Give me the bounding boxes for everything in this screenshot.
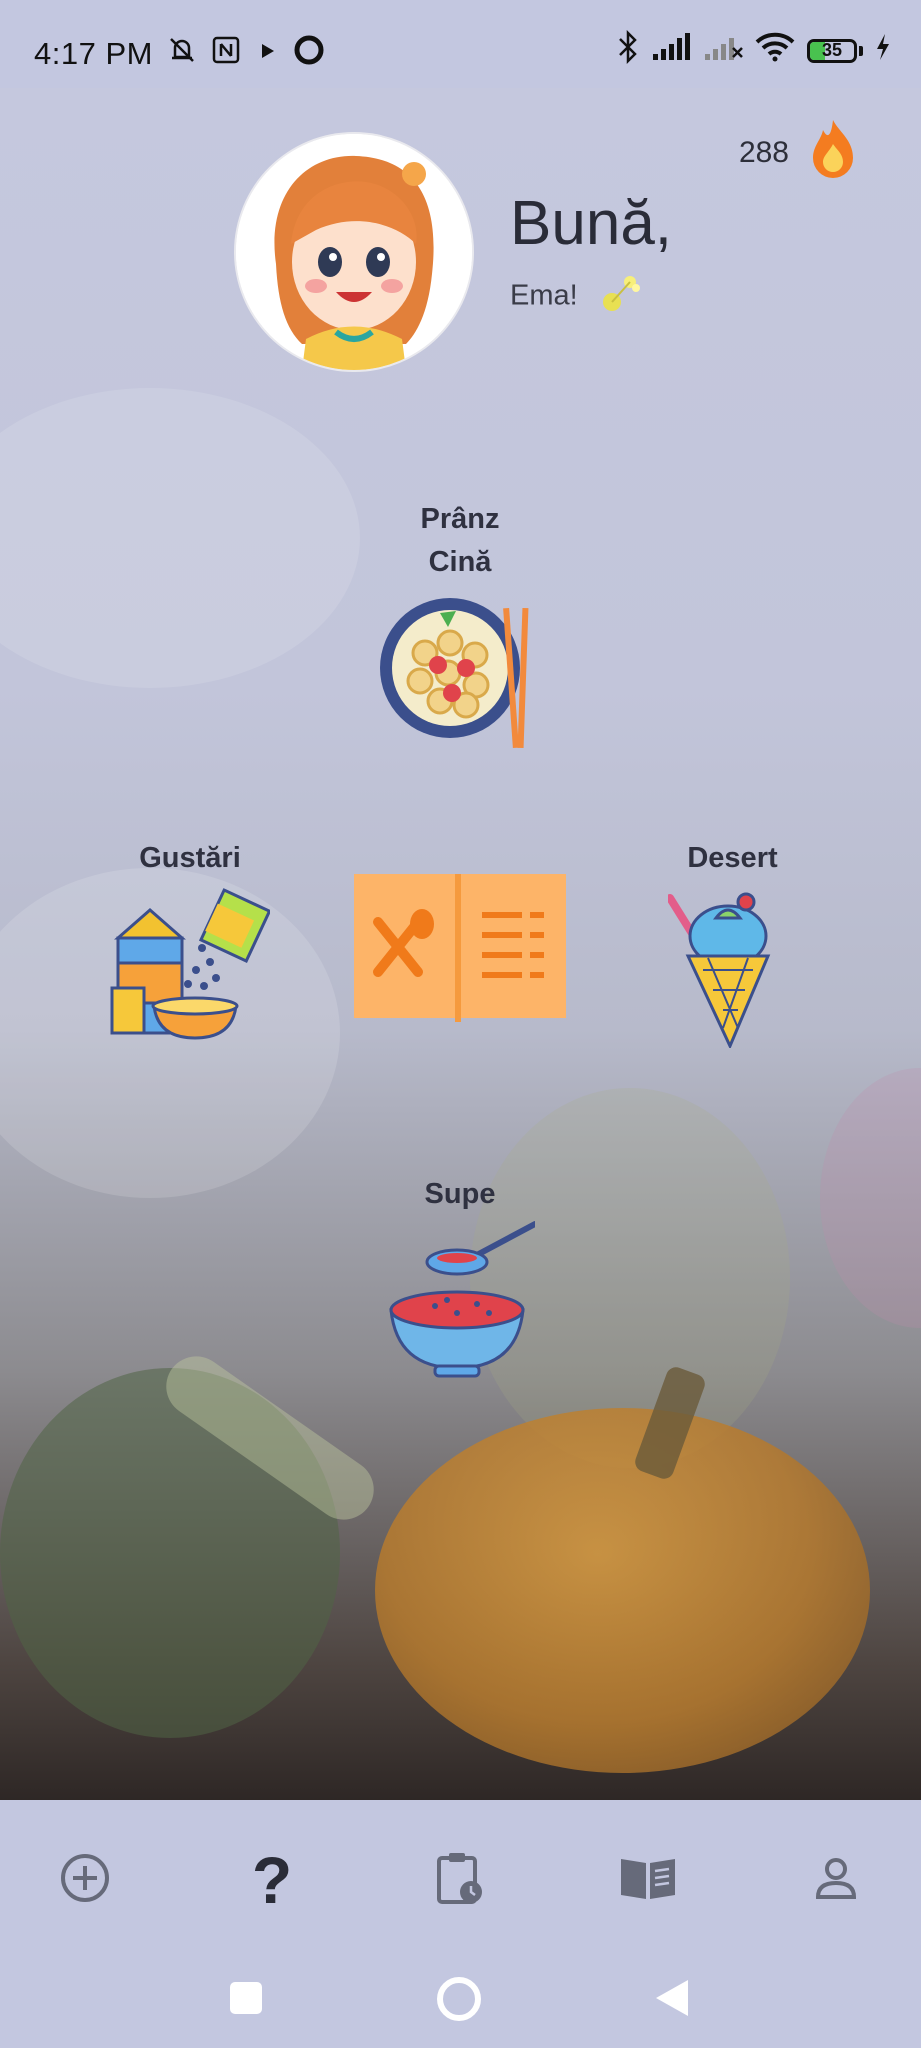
charging-icon xyxy=(875,33,891,69)
status-time: 4:17 PM xyxy=(34,36,153,71)
background-vegetable xyxy=(820,1068,921,1328)
category-soups-label[interactable]: Supe xyxy=(380,1178,540,1211)
profile-icon xyxy=(813,1855,859,1906)
category-lunch-dinner-label[interactable]: Prânz Cină xyxy=(360,503,560,579)
main-screen: 288 Bună, Ema! Prânz Cină Gustări Desert… xyxy=(0,88,921,1800)
signal-icon xyxy=(651,32,691,70)
user-name: Ema! xyxy=(510,268,648,326)
soup-bowl-icon[interactable] xyxy=(385,1218,538,1383)
category-snacks-label[interactable]: Gustări xyxy=(100,842,280,875)
streak-counter[interactable]: 288 xyxy=(739,118,861,187)
circle-icon xyxy=(293,34,325,74)
snacks-icon[interactable] xyxy=(110,888,272,1048)
flame-icon xyxy=(805,118,861,187)
nav-profile-button[interactable] xyxy=(796,1840,876,1920)
signal-off-icon xyxy=(703,32,743,70)
menu-book-icon[interactable] xyxy=(354,872,566,1027)
streak-count: 288 xyxy=(738,135,789,169)
question-icon: ? xyxy=(251,1843,293,1917)
avatar[interactable] xyxy=(236,134,472,370)
play-icon xyxy=(255,37,279,71)
nav-history-button[interactable] xyxy=(420,1840,500,1920)
greeting-title: Bună, xyxy=(510,189,673,258)
bluetooth-icon xyxy=(617,29,639,72)
status-bar: 4:17 PM 35 xyxy=(0,0,921,88)
background-vegetable xyxy=(0,388,360,688)
nfc-icon xyxy=(211,35,241,73)
home-circle-icon[interactable] xyxy=(436,1976,482,2027)
clipboard-clock-icon xyxy=(435,1850,485,1911)
square-icon[interactable] xyxy=(228,1980,264,2021)
muted-bell-icon xyxy=(167,35,197,73)
system-navigation xyxy=(0,1950,921,2048)
add-circle-icon xyxy=(59,1852,111,1909)
back-triangle-icon[interactable] xyxy=(654,1978,690,2023)
flower-icon xyxy=(598,268,648,326)
background-pumpkin xyxy=(375,1408,870,1773)
nav-add-button[interactable] xyxy=(45,1840,125,1920)
bottom-navigation: ? xyxy=(0,1800,921,1950)
battery-icon: 35 xyxy=(807,39,863,63)
ice-cream-icon[interactable] xyxy=(666,888,778,1053)
category-dessert-label[interactable]: Desert xyxy=(650,842,815,875)
open-book-icon xyxy=(619,1855,677,1906)
wifi-icon xyxy=(755,32,795,70)
pasta-bowl-icon[interactable] xyxy=(380,593,540,758)
nav-recipes-button[interactable] xyxy=(608,1840,688,1920)
nav-question-button[interactable]: ? xyxy=(232,1840,312,1920)
